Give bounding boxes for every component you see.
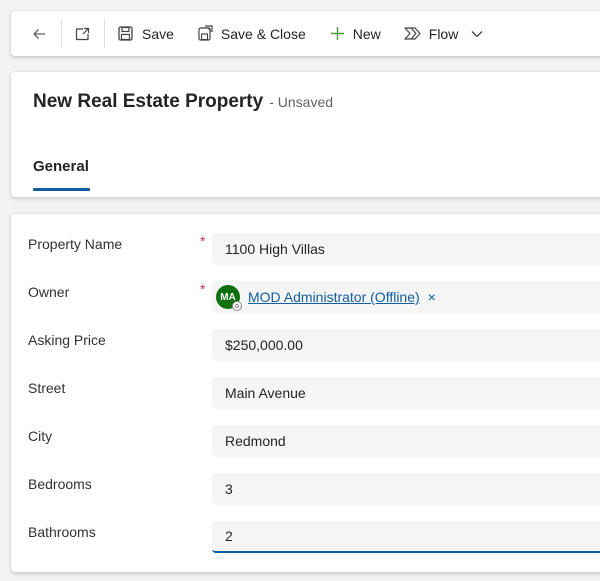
new-button[interactable]: New xyxy=(330,11,381,56)
save-icon xyxy=(118,26,133,41)
city-input[interactable]: Redmond xyxy=(212,425,600,457)
tab-general[interactable]: General xyxy=(33,158,89,175)
flow-label: Flow xyxy=(428,25,459,42)
presence-offline-icon xyxy=(232,301,242,311)
open-in-new-window-button[interactable] xyxy=(62,11,104,56)
field-owner: Owner * MA MOD Administrator (Offline) × xyxy=(11,281,600,313)
chevron-down-icon xyxy=(471,30,483,37)
save-label: Save xyxy=(142,25,174,42)
avatar: MA xyxy=(216,285,242,311)
field-label: Bathrooms xyxy=(28,524,96,540)
required-indicator: * xyxy=(200,233,206,249)
field-city: City Redmond xyxy=(11,425,600,457)
field-label: Street xyxy=(28,380,66,396)
flow-button[interactable]: Flow xyxy=(404,11,459,56)
flow-dropdown-button[interactable] xyxy=(471,11,483,56)
bathrooms-input[interactable]: 2 xyxy=(212,521,600,553)
field-label: Bedrooms xyxy=(28,476,92,492)
save-button[interactable]: Save xyxy=(105,11,174,56)
field-label: Asking Price xyxy=(28,332,106,348)
street-input[interactable]: Main Avenue xyxy=(212,377,600,409)
back-button[interactable] xyxy=(11,11,61,56)
flow-icon xyxy=(404,27,421,40)
save-and-close-label: Save & Close xyxy=(220,25,306,42)
title-row: New Real Estate Property - Unsaved xyxy=(33,91,333,113)
field-label: Property Name xyxy=(28,236,123,252)
field-bedrooms: Bedrooms 3 xyxy=(11,473,600,505)
field-street: Street Main Avenue xyxy=(11,377,600,409)
form-header: New Real Estate Property - Unsaved Gener… xyxy=(11,72,600,197)
property-name-input[interactable]: 1100 High Villas xyxy=(212,233,600,265)
field-property-name: Property Name * 1100 High Villas xyxy=(11,233,600,265)
form-body: Property Name * 1100 High Villas Owner *… xyxy=(11,214,600,572)
open-in-new-window-icon xyxy=(75,27,90,40)
bedrooms-input[interactable]: 3 xyxy=(212,473,600,505)
new-label: New xyxy=(352,25,381,42)
save-status: - Unsaved xyxy=(269,94,334,110)
command-bar: Save Save & Close New Flow xyxy=(11,11,600,56)
save-and-close-icon xyxy=(198,25,213,41)
save-and-close-button[interactable]: Save & Close xyxy=(198,11,306,56)
field-label: City xyxy=(28,428,53,444)
owner-link[interactable]: MOD Administrator (Offline) xyxy=(248,289,420,305)
asking-price-input[interactable]: $250,000.00 xyxy=(212,329,600,361)
field-bathrooms: Bathrooms 2 xyxy=(11,521,600,553)
remove-owner-icon[interactable]: × xyxy=(428,289,436,305)
page-title: New Real Estate Property xyxy=(33,91,264,112)
owner-lookup-field[interactable]: MA MOD Administrator (Offline) × xyxy=(212,281,600,313)
field-label: Owner xyxy=(28,284,70,300)
field-asking-price: Asking Price $250,000.00 xyxy=(11,329,600,361)
tab-selected-indicator xyxy=(33,188,90,191)
back-arrow-icon xyxy=(33,28,45,39)
plus-icon xyxy=(330,27,344,40)
required-indicator: * xyxy=(200,281,206,297)
